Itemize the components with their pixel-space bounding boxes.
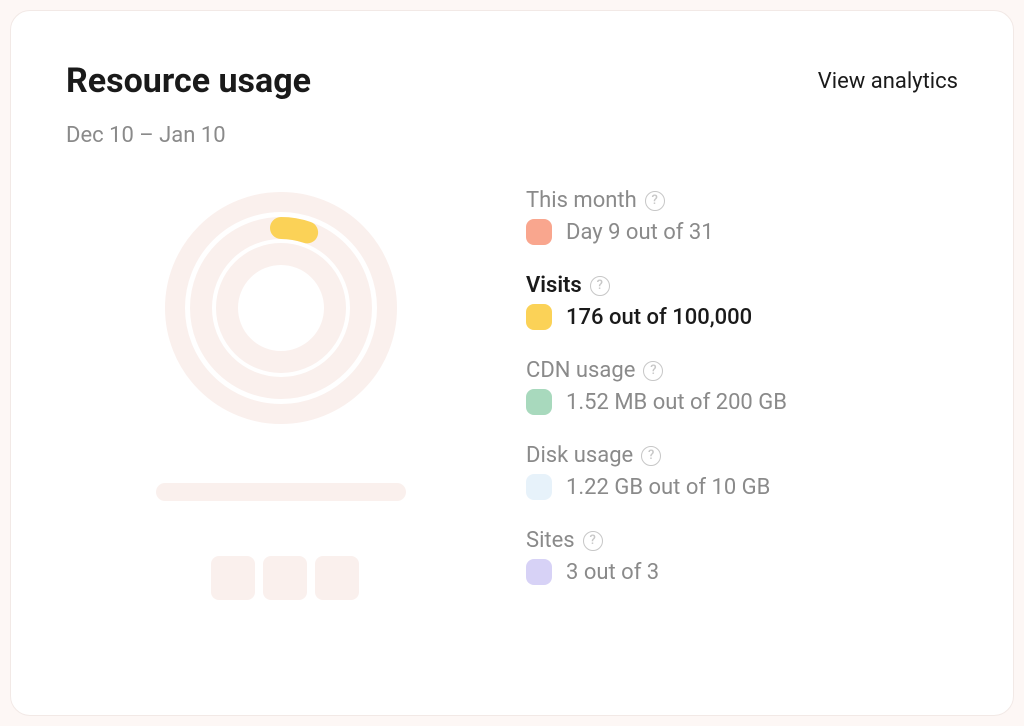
metric-label-row: Visits ? bbox=[526, 273, 958, 298]
metric-label-row: Sites ? bbox=[526, 528, 958, 553]
color-swatch bbox=[526, 474, 552, 500]
metric-visits: Visits ? 176 out of 100,000 bbox=[526, 273, 958, 330]
color-swatch bbox=[526, 389, 552, 415]
card-content: This month ? Day 9 out of 31 Visits ? 17… bbox=[66, 188, 958, 600]
help-icon[interactable]: ? bbox=[641, 446, 661, 466]
disk-usage-bar bbox=[156, 483, 406, 501]
metric-value-row: 1.22 GB out of 10 GB bbox=[526, 474, 958, 500]
metric-label: Sites bbox=[526, 528, 575, 553]
metric-value-row: Day 9 out of 31 bbox=[526, 219, 958, 245]
help-icon[interactable]: ? bbox=[645, 191, 665, 211]
metric-label: Disk usage bbox=[526, 443, 633, 468]
site-block bbox=[211, 556, 255, 600]
metric-value: 3 out of 3 bbox=[566, 560, 659, 585]
help-icon[interactable]: ? bbox=[643, 361, 663, 381]
help-icon[interactable]: ? bbox=[590, 276, 610, 296]
metric-label: CDN usage bbox=[526, 358, 635, 383]
card-header: Resource usage View analytics bbox=[66, 61, 958, 101]
metric-value-row: 3 out of 3 bbox=[526, 559, 958, 585]
metric-sites: Sites ? 3 out of 3 bbox=[526, 528, 958, 585]
metric-label-row: Disk usage ? bbox=[526, 443, 958, 468]
metric-value: 1.52 MB out of 200 GB bbox=[566, 390, 787, 415]
card-title: Resource usage bbox=[66, 61, 311, 101]
site-block bbox=[315, 556, 359, 600]
metric-label-row: CDN usage ? bbox=[526, 358, 958, 383]
legend-column: This month ? Day 9 out of 31 Visits ? 17… bbox=[496, 188, 958, 600]
color-swatch bbox=[526, 559, 552, 585]
metric-label: Visits bbox=[526, 273, 582, 298]
metric-label-row: This month ? bbox=[526, 188, 958, 213]
metric-disk: Disk usage ? 1.22 GB out of 10 GB bbox=[526, 443, 958, 500]
metric-value: 1.22 GB out of 10 GB bbox=[566, 475, 770, 500]
site-block bbox=[263, 556, 307, 600]
metric-this-month: This month ? Day 9 out of 31 bbox=[526, 188, 958, 245]
metric-value-row: 1.52 MB out of 200 GB bbox=[526, 389, 958, 415]
help-icon[interactable]: ? bbox=[583, 531, 603, 551]
metric-value-row: 176 out of 100,000 bbox=[526, 304, 958, 330]
metric-cdn: CDN usage ? 1.52 MB out of 200 GB bbox=[526, 358, 958, 415]
view-analytics-link[interactable]: View analytics bbox=[818, 69, 958, 94]
metric-value: 176 out of 100,000 bbox=[566, 305, 752, 330]
chart-column bbox=[66, 188, 496, 600]
radial-progress-chart bbox=[161, 188, 401, 428]
color-swatch bbox=[526, 219, 552, 245]
date-range: Dec 10 – Jan 10 bbox=[66, 123, 958, 148]
metric-label: This month bbox=[526, 188, 637, 213]
sites-blocks bbox=[211, 556, 359, 600]
color-swatch bbox=[526, 304, 552, 330]
resource-usage-card: Resource usage View analytics Dec 10 – J… bbox=[10, 10, 1014, 716]
metric-value: Day 9 out of 31 bbox=[566, 220, 714, 245]
